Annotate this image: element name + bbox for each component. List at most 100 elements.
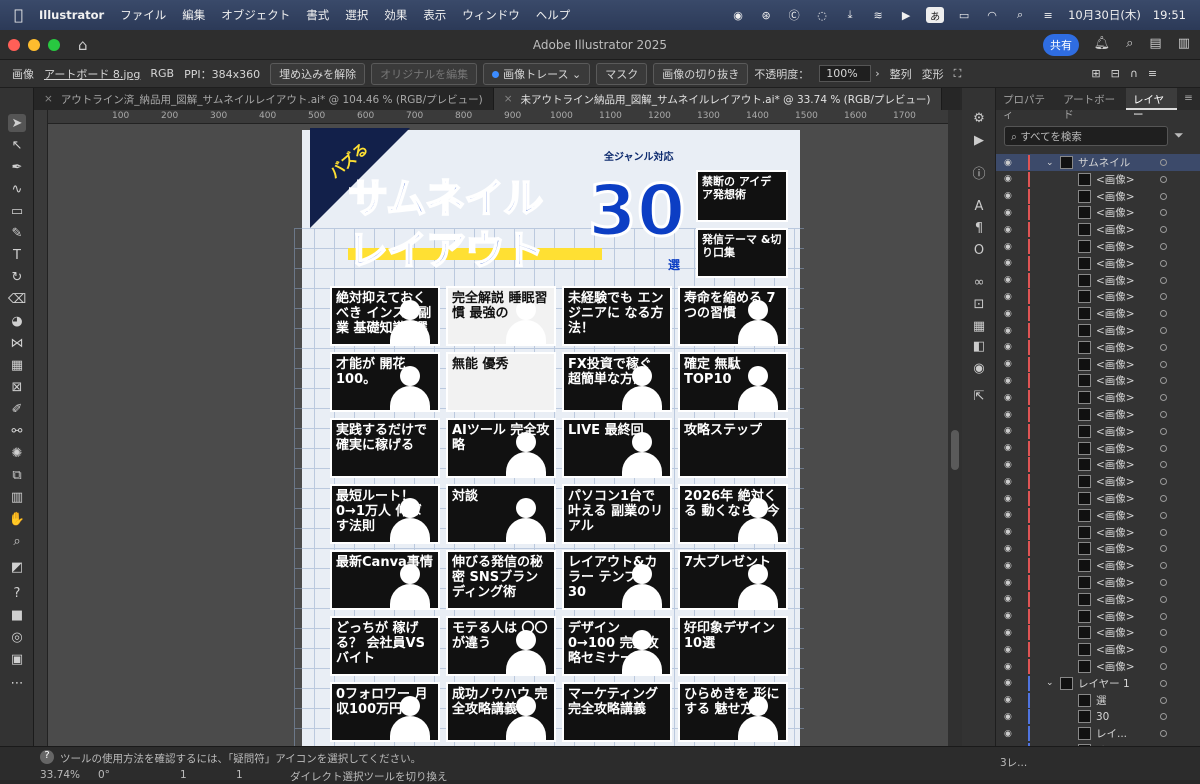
target-circle-icon[interactable] [1160,579,1167,586]
horizontal-ruler[interactable]: 100 200 300 400 500 600 700 800 900 1000… [48,110,948,124]
thumbnail-16[interactable]: 2026年 絶対くる 動くなら、今 [678,484,788,544]
canvas[interactable]: バズる 全ジャンル対応 サムネイル レイアウト 30 選 禁断の アイデア発想術… [48,124,948,746]
color-mode-icon[interactable]: ■ [8,606,26,624]
visibility-eye-icon[interactable]: ◉ [1004,359,1012,369]
thumbnail-28[interactable]: ひらめきを 形にする 魅せ方術 [678,682,788,742]
apple-icon[interactable]:  [14,6,23,24]
target-circle-icon[interactable] [1160,293,1167,301]
minimize-window-button[interactable] [28,38,40,51]
target-circle-icon[interactable] [1160,495,1167,502]
artboard-tool-icon[interactable]: ⧉ [8,466,26,484]
symbol-tool-icon[interactable]: ✺ [8,444,26,462]
thumbnail-17[interactable]: 最新Canva事情 [330,550,440,610]
target-circle-icon[interactable] [1160,612,1167,620]
sublayer-row[interactable]: ◉ <画像> [996,557,1200,574]
align-link[interactable]: 整列 [890,66,912,82]
sublayer-row[interactable]: ◉ 30 [996,708,1200,725]
lock-icon[interactable]: ⊟ [1111,67,1120,80]
target-circle-icon[interactable] [1160,730,1167,738]
sublayer-row[interactable]: ◉ <画像> [996,305,1200,322]
share-button[interactable]: 共有 [1043,34,1079,56]
pen-tool-icon[interactable]: ✒ [8,158,26,176]
menu-view[interactable]: 表示 [423,7,446,23]
menu-effect[interactable]: 効果 [384,7,407,23]
sublayer-row[interactable]: ◉ <画像> [996,272,1200,289]
vertical-ruler[interactable] [34,110,48,746]
scroll-thumb[interactable] [951,430,959,470]
thumbnail-10[interactable]: AIツール 完全攻略 [446,418,556,478]
asset-export-icon[interactable]: ⊡ [971,296,987,312]
visibility-eye-icon[interactable]: ◉ [1004,662,1012,672]
visibility-eye-icon[interactable]: ◉ [1004,309,1012,319]
thumbnail-22[interactable]: モテる人は 〇〇が違う [446,616,556,676]
sublayer-row[interactable]: ◉ レイ... [996,725,1200,742]
appearance-icon[interactable]: ◉ [971,360,987,376]
genre-label[interactable]: 全ジャンル対応 [604,148,674,163]
target-circle-icon[interactable] [1160,528,1167,536]
character-icon[interactable]: A [971,198,987,214]
visibility-eye-icon[interactable]: ◉ [1004,292,1012,302]
thumbnail-7[interactable]: FX投資で稼ぐ 超簡単な方法 [562,352,672,412]
visibility-eye-icon[interactable]: ◉ [1004,510,1012,520]
sublayer-row[interactable]: ◉ <画像> [996,423,1200,440]
thumbnail-4[interactable]: 寿命を縮める 7つの習慣 [678,286,788,346]
target-circle-icon[interactable] [1160,562,1167,570]
visibility-eye-icon[interactable]: ◉ [1004,611,1012,621]
play-icon[interactable]: ▶ [898,7,914,23]
menu-edit[interactable]: 編集 [182,7,205,23]
mask-button[interactable]: マスク [596,62,648,85]
more-icon[interactable]: ≡ [1148,67,1157,80]
thumbnail-12[interactable]: 攻略ステップ [678,418,788,478]
visibility-eye-icon[interactable]: ◉ [1004,174,1012,184]
thumbnail-6[interactable]: 無能 優秀 [446,352,556,412]
thumbnail-15[interactable]: パソコン1台で叶える 副業のリアル [562,484,672,544]
visibility-eye-icon[interactable]: ◉ [1004,678,1012,688]
thumbnail-19[interactable]: レイアウト&カラー テンプレ30 [562,550,672,610]
target-circle-icon[interactable] [1160,327,1167,334]
brush-tool-icon[interactable]: ✎ [8,224,26,242]
graph-tool-icon[interactable]: ▥ [8,488,26,506]
target-circle-icon[interactable] [1160,276,1167,284]
visibility-eye-icon[interactable]: ◉ [1004,527,1012,537]
rectangle-tool-icon[interactable]: ▭ [8,202,26,220]
sublayer-row[interactable]: ◉ <画像> [996,171,1200,188]
target-circle-icon[interactable] [1160,545,1167,553]
thumbnail-14[interactable]: 対談 [446,484,556,544]
sublayer-row[interactable]: ◉ <画像> [996,524,1200,541]
download-icon[interactable]: ⤓ [842,7,858,23]
shape-builder-tool-icon[interactable]: ◕ [8,312,26,330]
thumbnail-3[interactable]: 未経験でも エンジニアに なる方法！ [562,286,672,346]
visibility-eye-icon[interactable]: ◉ [1004,712,1012,722]
info-icon[interactable]: ⓘ [971,164,987,182]
artboards-icon[interactable]: ◧ [971,338,987,354]
edit-original-button[interactable]: オリジナルを編集 [371,62,478,85]
artboard-page-input[interactable]: 1 [180,769,187,781]
extension-icon[interactable]: ⊛ [758,7,774,23]
magnet-icon[interactable]: ∩ [1130,67,1138,80]
sublayer-row[interactable]: ◉ <画像> [996,255,1200,272]
menu-object[interactable]: オブジェクト [221,7,290,23]
visibility-eye-icon[interactable]: ◉ [1004,393,1012,403]
visibility-eye-icon[interactable]: ◉ [1004,544,1012,554]
layers-search-input[interactable]: ⌕ すべてを検索 [1004,126,1168,146]
visibility-eye-icon[interactable]: ◉ [1004,191,1012,201]
properties-gear-icon[interactable]: ⚙ [971,110,987,126]
unembed-button[interactable]: 埋め込みを解除 [270,62,366,85]
document-tab-outlined[interactable]: × アウトライン済_納品用_図解_サムネイルレイアウト.ai* @ 104.46 … [34,88,494,110]
arrange-documents-icon[interactable]: ▤ [1149,36,1161,51]
visibility-eye-icon[interactable]: ◉ [1004,275,1012,285]
sublayer-row[interactable]: ◉ <画像> [996,221,1200,238]
thumbnail-21[interactable]: どっちが 稼げる？ 会社員VSバイト [330,616,440,676]
opacity-input[interactable]: 100% [819,65,872,82]
main-title-line-1[interactable]: サムネイル [347,166,544,224]
menu-help[interactable]: ヘルプ [536,7,571,23]
target-circle-icon[interactable] [1160,259,1167,267]
menu-type[interactable]: 書式 [306,7,329,23]
record-icon[interactable]: ◉ [730,7,746,23]
sublayer-row[interactable]: ◉ <画像> [996,608,1200,625]
ime-indicator[interactable]: あ [926,7,945,23]
target-circle-icon[interactable] [1160,243,1167,250]
sublayer-row[interactable]: ◉ <画像> [996,658,1200,675]
tab-artboards[interactable]: アートボード [1056,88,1126,121]
sublayer-row[interactable]: ◉ <画像> [996,507,1200,524]
